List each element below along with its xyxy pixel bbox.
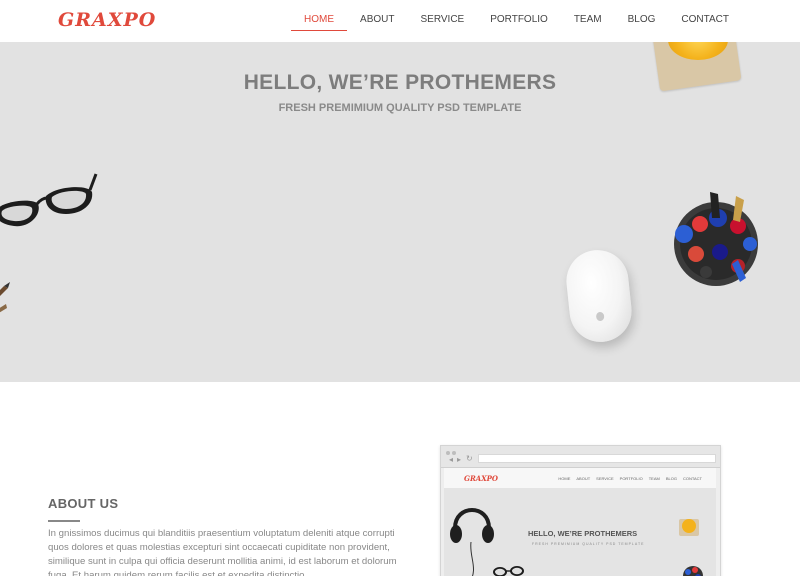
pen-holder-image (674, 192, 758, 286)
mockup-logo: GRAXPO (464, 474, 499, 483)
about-title: ABOUT US (48, 496, 119, 511)
back-arrow-icon: ◂ (449, 455, 454, 464)
reload-icon: ↻ (466, 454, 473, 463)
navbar: GRAXPO HOME ABOUT SERVICE PORTFOLIO TEAM… (0, 0, 800, 42)
main-nav: HOME ABOUT SERVICE PORTFOLIO TEAM BLOG C… (291, 0, 742, 42)
mockup-hero-subtitle: FRESH PREMIMIUM QUALITY PSD TEMPLATE (532, 542, 645, 546)
nav-item-home[interactable]: HOME (291, 0, 348, 42)
mockup-nav-item: ABOUT (576, 476, 591, 481)
apple-logo-icon (595, 311, 605, 322)
hero-subtitle: FRESH PREMIMIUM QUALITY PSD TEMPLATE (278, 102, 522, 114)
nav-item-about[interactable]: ABOUT (347, 0, 407, 42)
pen-holder-image (683, 566, 703, 576)
mockup-navbar: GRAXPO HOME ABOUT SERVICE PORTFOLIO TEAM… (444, 468, 716, 488)
forward-arrow-icon: ▸ (457, 455, 462, 464)
headphones-image (450, 508, 494, 576)
mockup-page: GRAXPO HOME ABOUT SERVICE PORTFOLIO TEAM… (444, 468, 716, 576)
nav-item-blog[interactable]: BLOG (615, 0, 669, 42)
hero-section: HELLO, WE’RE PROTHEMERS FRESH PREMIMIUM … (0, 42, 800, 382)
mockup-hero-title: HELLO, WE’RE PROTHEMERS (528, 529, 638, 538)
about-text: In gnissimos ducimus qui blanditiis prae… (48, 528, 397, 576)
nav-item-service[interactable]: SERVICE (407, 0, 477, 42)
pencil-image (0, 282, 10, 313)
mockup-nav-item: SERVICE (596, 476, 614, 481)
mockup-nav-item: BLOG (665, 476, 677, 481)
mockup-menu: HOME ABOUT SERVICE PORTFOLIO TEAM BLOG C… (552, 476, 702, 481)
computer-mouse-image (563, 247, 635, 345)
hero-title: HELLO, WE’RE PROTHEMERS (243, 71, 557, 94)
eyeglasses-image (0, 173, 98, 227)
mockup-nav-item: HOME (558, 476, 571, 481)
nav-item-team[interactable]: TEAM (561, 0, 615, 42)
about-divider (48, 520, 80, 522)
nav-item-portfolio[interactable]: PORTFOLIO (477, 0, 561, 42)
nav-item-contact[interactable]: CONTACT (668, 0, 742, 42)
website-mockup-image: ◂ ▸ ↻ GRAXPO HOME ABOUT SERVICE PORTFOLI… (440, 445, 721, 576)
browser-address-bar (478, 454, 716, 463)
mockup-nav-item: CONTACT (682, 476, 702, 481)
mockup-nav-item: PORTFOLIO (619, 476, 643, 481)
browser-toolbar: ◂ ▸ ↻ (441, 446, 720, 468)
coffee-cup-image (679, 519, 699, 536)
mockup-nav-item: TEAM (648, 476, 660, 481)
eyeglasses-image (493, 566, 524, 576)
site-logo[interactable]: GRAXPO (58, 9, 156, 31)
